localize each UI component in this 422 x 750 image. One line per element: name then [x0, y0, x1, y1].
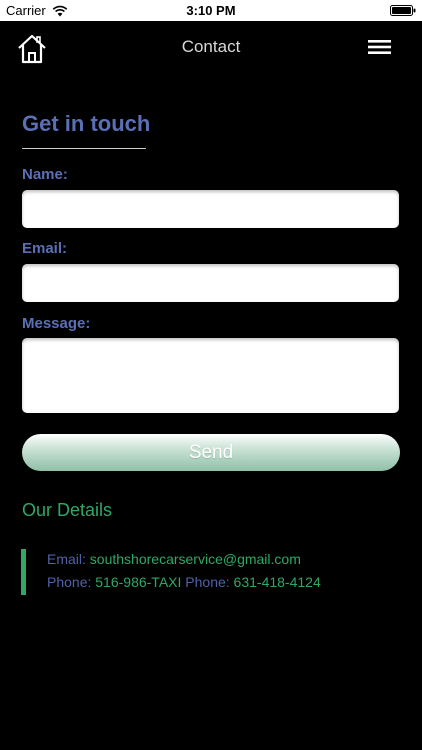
send-button[interactable]: Send: [22, 434, 400, 471]
message-label: Message:: [22, 315, 91, 332]
phone-detail-label-2: Phone:: [185, 574, 230, 590]
phone-detail: Phone: 516-986-TAXI Phone: 631-418-4124: [47, 574, 321, 590]
hamburger-menu-icon[interactable]: [368, 40, 391, 54]
phone-detail-label-1: Phone:: [47, 574, 92, 590]
battery-icon: [390, 5, 416, 16]
title-underline: [22, 148, 146, 149]
email-detail: Email: southshorecarservice@gmail.com: [47, 551, 301, 567]
page-title: Get in touch: [22, 111, 151, 136]
name-field[interactable]: [22, 190, 399, 228]
details-accent-bar: [21, 549, 26, 595]
phone-link-2[interactable]: 631-418-4124: [234, 574, 321, 590]
email-detail-label: Email:: [47, 551, 86, 567]
status-time: 3:10 PM: [186, 3, 236, 18]
header-title: Contact: [181, 37, 241, 56]
app-header: Contact: [0, 21, 422, 77]
name-label: Name:: [22, 166, 68, 183]
message-field[interactable]: [22, 338, 399, 413]
email-link[interactable]: southshorecarservice@gmail.com: [90, 551, 301, 567]
email-field[interactable]: [22, 264, 399, 302]
email-label: Email:: [22, 240, 68, 257]
status-bar: Carrier 3:10 PM: [0, 0, 422, 21]
phone-link-1[interactable]: 516-986-TAXI: [95, 574, 181, 590]
details-title: Our Details: [22, 500, 113, 520]
